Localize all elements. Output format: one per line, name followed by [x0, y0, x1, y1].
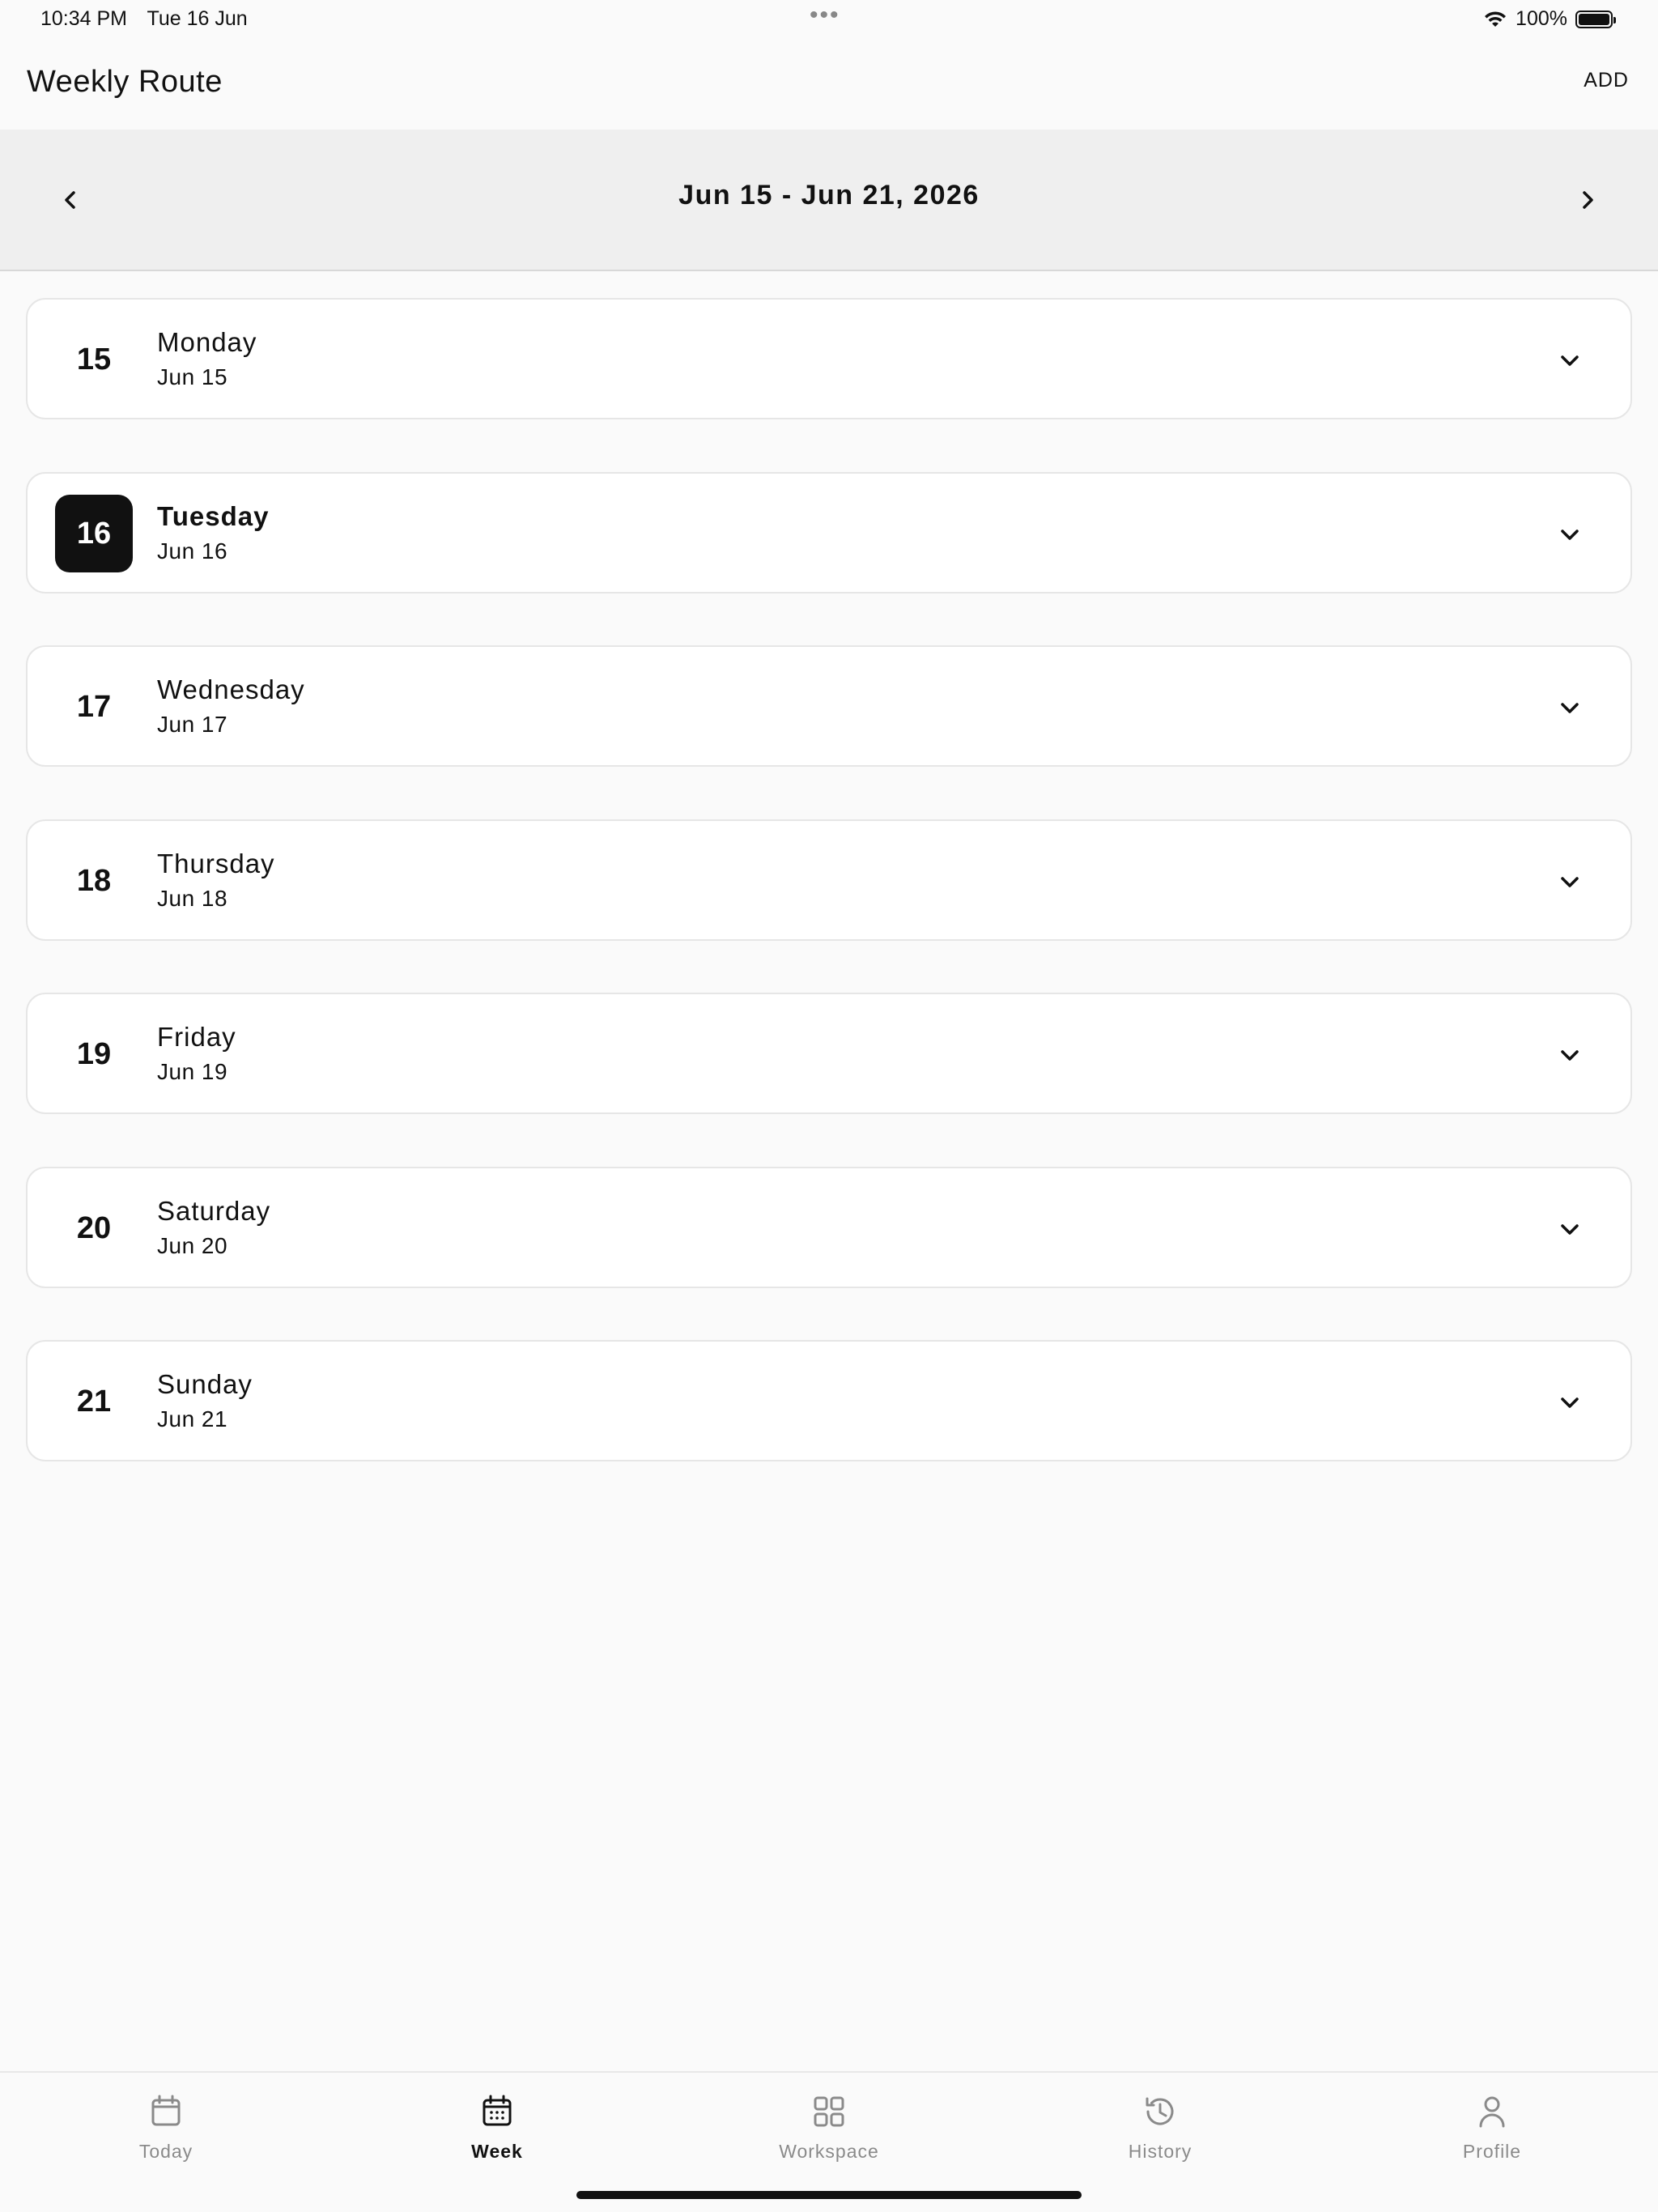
- chevron-down-icon: [1561, 1397, 1579, 1408]
- day-name: Monday: [157, 327, 257, 357]
- day-card-saturday[interactable]: 20 Saturday Jun 20: [26, 1167, 1632, 1288]
- grid-icon: [814, 2096, 844, 2127]
- tab-history[interactable]: History: [1063, 2092, 1257, 2163]
- chevron-down-icon: [1561, 1224, 1579, 1235]
- status-left: 10:34 PM Tue 16 Jun: [40, 7, 262, 31]
- day-card-sunday[interactable]: 21 Sunday Jun 21: [26, 1340, 1632, 1461]
- day-name: Sunday: [157, 1369, 253, 1399]
- day-card-wednesday[interactable]: 17 Wednesday Jun 17: [26, 645, 1632, 767]
- day-card-tuesday[interactable]: 16 Tuesday Jun 16: [26, 472, 1632, 593]
- add-button[interactable]: ADD: [1584, 69, 1629, 92]
- person-icon: [1479, 2096, 1505, 2128]
- calendar-icon: [151, 2095, 181, 2126]
- app-header: Weekly Route ADD: [0, 57, 1658, 130]
- status-bar: 10:34 PM Tue 16 Jun ••• 100%: [0, 0, 1658, 39]
- multitask-dots[interactable]: •••: [810, 2, 840, 29]
- week-range-label: Jun 15 - Jun 21, 2026: [678, 180, 980, 211]
- day-number: 15: [76, 342, 112, 376]
- day-name: Saturday: [157, 1196, 271, 1226]
- chevron-down-icon: [1561, 355, 1579, 366]
- day-card-monday[interactable]: 15 Monday Jun 15: [26, 298, 1632, 419]
- tab-label: Workspace: [779, 2141, 879, 2162]
- tab-week[interactable]: Week: [400, 2092, 594, 2163]
- day-number-selected: 16: [55, 495, 133, 572]
- expand-day-button[interactable]: [1550, 1382, 1590, 1423]
- day-number: 18: [76, 863, 112, 898]
- week-navigator: Jun 15 - Jun 21, 2026: [0, 130, 1658, 271]
- day-number: 21: [76, 1384, 112, 1419]
- status-right: 100%: [1483, 7, 1616, 31]
- tab-profile[interactable]: Profile: [1395, 2092, 1589, 2163]
- day-date: Jun 15: [157, 364, 228, 389]
- day-date: Jun 21: [157, 1406, 228, 1431]
- battery-icon: [1575, 10, 1616, 28]
- wifi-icon: [1485, 11, 1507, 27]
- next-week-button[interactable]: [1559, 172, 1616, 228]
- expand-day-button[interactable]: [1550, 1035, 1590, 1075]
- day-date: Jun 18: [157, 886, 228, 911]
- expand-day-button[interactable]: [1550, 861, 1590, 902]
- day-name: Thursday: [157, 849, 275, 878]
- chevron-right-icon: [1583, 191, 1593, 209]
- tab-label: Today: [138, 2141, 193, 2162]
- day-name: Friday: [157, 1022, 236, 1052]
- chevron-down-icon: [1561, 877, 1579, 887]
- day-date: Jun 16: [157, 538, 228, 564]
- tab-label: Week: [471, 2141, 523, 2162]
- tab-workspace[interactable]: Workspace: [732, 2092, 926, 2163]
- day-number: 17: [76, 689, 112, 724]
- status-date: Tue 16 Jun: [147, 7, 248, 30]
- chevron-down-icon: [1561, 530, 1579, 540]
- history-icon: [1146, 2097, 1174, 2125]
- battery-percent: 100%: [1516, 7, 1567, 30]
- day-number: 19: [76, 1036, 112, 1071]
- expand-day-button[interactable]: [1550, 514, 1590, 555]
- day-number: 20: [76, 1210, 112, 1245]
- page-title: Weekly Route: [27, 65, 223, 99]
- tab-label: History: [1128, 2141, 1192, 2162]
- calendar-week-icon: [483, 2095, 512, 2126]
- chevron-down-icon: [1561, 1050, 1579, 1061]
- day-card-thursday[interactable]: 18 Thursday Jun 18: [26, 819, 1632, 941]
- status-time: 10:34 PM: [40, 7, 128, 30]
- expand-day-button[interactable]: [1550, 1209, 1590, 1249]
- day-name: Tuesday: [157, 501, 270, 531]
- home-indicator[interactable]: [576, 2191, 1082, 2199]
- expand-day-button[interactable]: [1550, 340, 1590, 381]
- tab-today[interactable]: Today: [69, 2092, 263, 2163]
- day-date: Jun 17: [157, 712, 228, 737]
- day-date: Jun 19: [157, 1059, 228, 1084]
- expand-day-button[interactable]: [1550, 687, 1590, 728]
- tab-label: Profile: [1462, 2141, 1522, 2162]
- day-card-friday[interactable]: 19 Friday Jun 19: [26, 993, 1632, 1114]
- day-date: Jun 20: [157, 1233, 228, 1258]
- day-name: Wednesday: [157, 674, 305, 704]
- chevron-down-icon: [1561, 703, 1579, 713]
